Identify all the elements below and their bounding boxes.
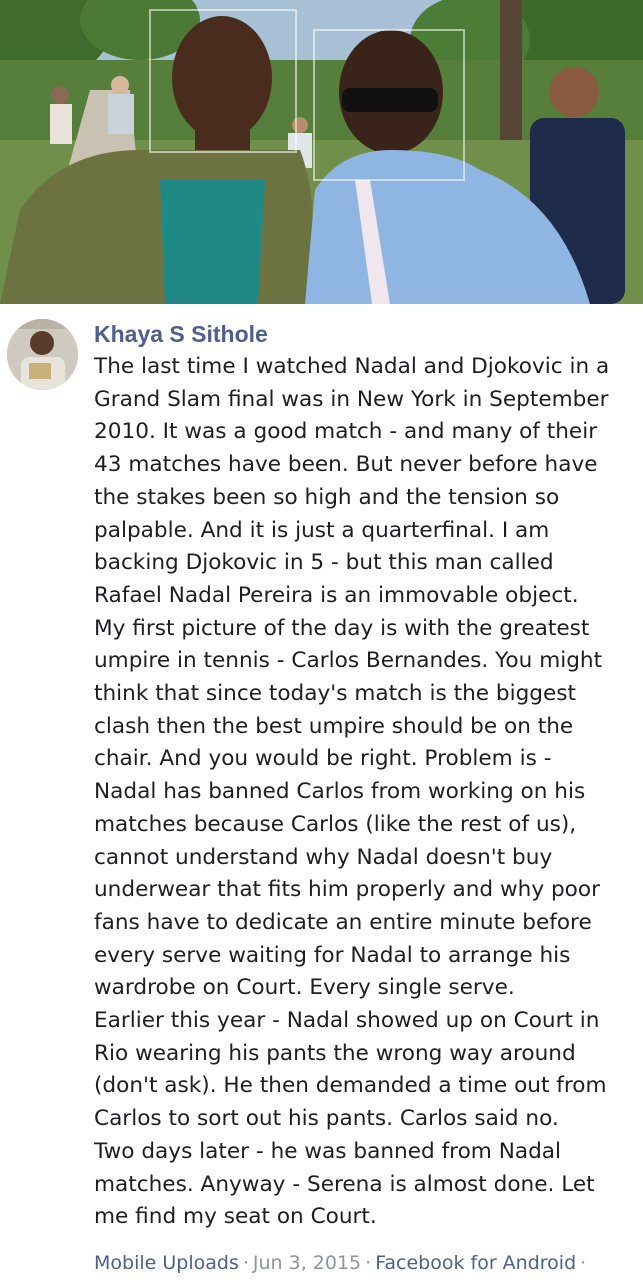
post-text-line: matches because Carlos (like the rest of…	[94, 811, 577, 837]
profile-avatar-icon	[7, 319, 78, 390]
post-text-line: The last time I watched Nadal and Djokov…	[94, 354, 610, 379]
post-page: Khaya S Sithole The last time I watched …	[0, 0, 643, 1280]
post-text-line: backing Djokovic in 5 - but this man cal…	[94, 550, 554, 576]
author-avatar[interactable]	[7, 319, 78, 390]
post-text-line: 2010. It was a good match - and many of …	[94, 419, 598, 445]
post-meta: Mobile Uploads · Jun 3, 2015 · Facebook for …	[94, 1248, 590, 1278]
post-text-line: matches. Anyway - Serena is almost done.…	[94, 1171, 595, 1197]
album-link[interactable]: Mobile Uploads	[94, 1252, 239, 1274]
post-text-line: Two days later - he was banned from Nada…	[94, 1138, 562, 1164]
post-photo[interactable]	[0, 0, 643, 304]
meta-separator: ·	[365, 1252, 372, 1274]
source-link[interactable]: Facebook for Android	[375, 1252, 576, 1274]
photo-image-icon	[0, 0, 643, 304]
post-text-line: 43 matches have been. But never before h…	[94, 452, 598, 478]
post-text-line: cannot understand why Nadal doesn't buy	[94, 844, 553, 870]
post-text-line: Rafael Nadal Pereira is an immovable obj…	[94, 582, 579, 608]
post-text-line: every serve waiting for Nadal to arrange…	[94, 942, 571, 968]
post-date[interactable]: Jun 3, 2015	[253, 1252, 361, 1274]
post-text-line: Rio wearing his pants the wrong way arou…	[94, 1040, 576, 1066]
post-text-line: me find my seat on Court.	[94, 1204, 377, 1230]
post-text-line: Nadal has banned Carlos from working on …	[94, 779, 586, 805]
post-text-line: chair. And you would be right. Problem i…	[94, 746, 552, 772]
post-text-line: palpable. And it is just a quarterfinal.…	[94, 517, 550, 543]
post-text-line: (don't ask). He then demanded a time out…	[94, 1073, 607, 1099]
post-text-line: Grand Slam final was in New York in Sept…	[94, 386, 609, 412]
post-text-line: Carlos to sort out his pants. Carlos sai…	[94, 1106, 559, 1132]
post-text-line: My first picture of the day is with the …	[94, 615, 590, 641]
post-text-line: wardrobe on Court. Every single serve.	[94, 975, 515, 1001]
post-text-line: underwear that fits him properly and why…	[94, 877, 600, 903]
post-text-line: think that since today's match is the bi…	[94, 681, 577, 707]
post-text: The last time I watched Nadal and Djokov…	[94, 351, 634, 1234]
post-text-line: the stakes been so high and the tension …	[94, 484, 560, 510]
post-text-line: fans have to dedicate an entire minute b…	[94, 909, 592, 935]
author-name[interactable]: Khaya S Sithole	[94, 318, 268, 350]
meta-trailing: ·	[580, 1252, 587, 1274]
post-text-line: Earlier this year - Nadal showed up on C…	[94, 1008, 600, 1034]
post-text-line: clash then the best umpire should be on …	[94, 713, 574, 739]
meta-separator: ·	[242, 1252, 249, 1274]
post-text-line: umpire in tennis - Carlos Bernandes. You…	[94, 648, 603, 674]
